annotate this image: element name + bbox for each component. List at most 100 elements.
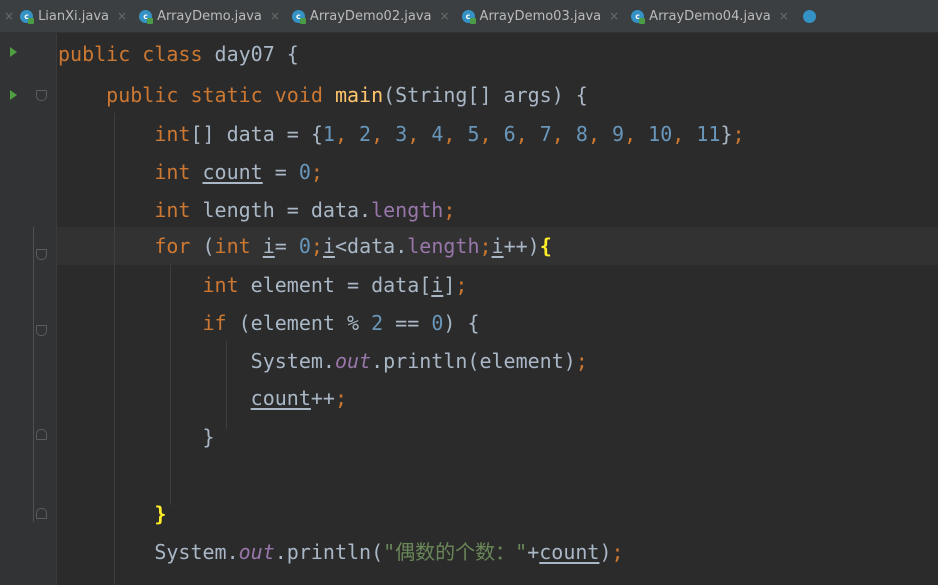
comma: , [371, 122, 396, 146]
number: 11 [696, 122, 721, 146]
number: 1 [322, 122, 335, 146]
code-line-10[interactable]: count++; [58, 379, 347, 417]
ide-window: × c LianXi.java × c ArrayDemo.java × c A… [0, 0, 938, 585]
tab-label[interactable]: ArrayDemo04.java [649, 9, 771, 24]
close-icon[interactable]: × [270, 9, 280, 23]
bracket-scope-line [33, 227, 34, 522]
comma: , [672, 122, 697, 146]
run-class-icon[interactable] [10, 47, 17, 57]
code-line-3[interactable]: int[] data = {1, 2, 3, 4, 5, 6, 7, 8, 9,… [58, 115, 744, 153]
java-class-icon: c [461, 9, 476, 24]
code-line-14[interactable]: System.out.println("偶数的个数："+count); [58, 533, 624, 571]
variable-i: i [431, 273, 444, 297]
keyword: if [202, 311, 227, 335]
close-icon[interactable]: × [4, 9, 14, 23]
static-field-out: out [334, 349, 372, 373]
code-line-4[interactable]: int count = 0; [58, 153, 323, 191]
editor-tab-bar: × c LianXi.java × c ArrayDemo.java × c A… [0, 0, 938, 33]
code-text: (String[] args) { [383, 83, 588, 107]
keyword: int [214, 234, 263, 258]
code-line-2[interactable]: public static void main(String[] args) { [58, 76, 588, 114]
code-text: <data. [335, 234, 408, 258]
code-text: [] data = { [190, 122, 323, 146]
keyword: int [154, 198, 203, 222]
code-line-1[interactable]: public class day07 { [58, 35, 299, 73]
code-line-8[interactable]: if (element % 2 == 0) { [58, 304, 480, 342]
java-class-icon: c [631, 9, 646, 24]
code-text: ++ [310, 386, 335, 410]
tab-label[interactable]: ArrayDemo02.java [310, 9, 432, 24]
code-text: System. [250, 349, 335, 373]
code-text: ( [190, 234, 215, 258]
close-icon[interactable]: × [439, 9, 449, 23]
tab-arraydemo04[interactable]: c ArrayDemo04.java × [631, 0, 801, 32]
number: 8 [575, 122, 588, 146]
code-text: = [274, 234, 299, 258]
variable-i: i [322, 234, 335, 258]
tab-label[interactable]: ArrayDemo.java [157, 9, 262, 24]
comma: , [334, 122, 360, 146]
tab-label[interactable]: ArrayDemo03.java [480, 9, 602, 24]
variable-length: length [202, 198, 275, 222]
code-line-9[interactable]: System.out.println(element); [58, 342, 588, 380]
java-class-icon[interactable] [802, 9, 816, 23]
tab-lianxi[interactable]: c LianXi.java × [20, 0, 139, 32]
variable-i: i [262, 234, 275, 258]
code-editor[interactable]: public class day07 { public static void … [0, 33, 938, 585]
tab-arraydemo02[interactable]: c ArrayDemo02.java × [291, 0, 462, 32]
code-line-5[interactable]: int length = data.length; [58, 191, 455, 229]
number: 6 [503, 122, 516, 146]
number: 7 [539, 122, 552, 146]
code-text: } [202, 425, 215, 449]
matched-brace: { [539, 234, 552, 258]
number: 4 [431, 122, 444, 146]
code-line-13[interactable]: } [58, 495, 166, 533]
close-icon[interactable]: × [609, 9, 619, 23]
semicolon: ; [479, 234, 492, 258]
number: 0 [298, 234, 311, 258]
code-text: ] [443, 273, 456, 297]
fold-icon[interactable] [36, 249, 47, 260]
gutter-divider [56, 33, 57, 585]
number: 2 [359, 122, 372, 146]
string-literal: "偶数的个数：" [383, 540, 528, 564]
tab-arraydemo03[interactable]: c ArrayDemo03.java × [461, 0, 632, 32]
number: 2 [371, 311, 384, 335]
code-line-11[interactable]: } [58, 418, 215, 456]
semicolon: ; [611, 540, 624, 564]
number: 0 [431, 311, 444, 335]
variable-count: count [250, 386, 311, 410]
close-icon[interactable]: × [779, 9, 789, 23]
identifier: day07 { [214, 42, 299, 66]
fold-icon[interactable] [36, 429, 47, 440]
java-class-icon: c [139, 9, 154, 24]
static-field-out: out [238, 540, 275, 564]
number: 0 [298, 160, 311, 184]
comma: , [587, 122, 613, 146]
code-text: = data. [274, 198, 372, 222]
code-text: .println(element) [371, 349, 576, 373]
code-line-7[interactable]: int element = data[i]; [58, 266, 468, 304]
variable-i: i [491, 234, 504, 258]
fold-icon[interactable] [36, 90, 47, 101]
semicolon: ; [310, 234, 323, 258]
code-text: System. [154, 540, 239, 564]
code-text: (element % [226, 311, 372, 335]
semicolon: ; [575, 349, 588, 373]
code-text: ) [599, 540, 612, 564]
tab-arraydemo[interactable]: c ArrayDemo.java × [139, 0, 292, 32]
close-icon[interactable]: × [117, 9, 127, 23]
keyword: public class [58, 42, 215, 66]
keyword: int [202, 273, 251, 297]
run-main-icon[interactable] [10, 90, 17, 100]
number: 3 [395, 122, 408, 146]
tab-label[interactable]: LianXi.java [38, 9, 109, 24]
fold-icon[interactable] [36, 325, 47, 336]
code-text: } [720, 122, 733, 146]
keyword: int [154, 160, 203, 184]
code-line-6[interactable]: for (int i= 0;i<data.length;i++){ [58, 227, 552, 265]
number: 9 [612, 122, 625, 146]
code-text: == [383, 311, 432, 335]
fold-icon[interactable] [36, 508, 47, 519]
code-text: = [262, 160, 299, 184]
